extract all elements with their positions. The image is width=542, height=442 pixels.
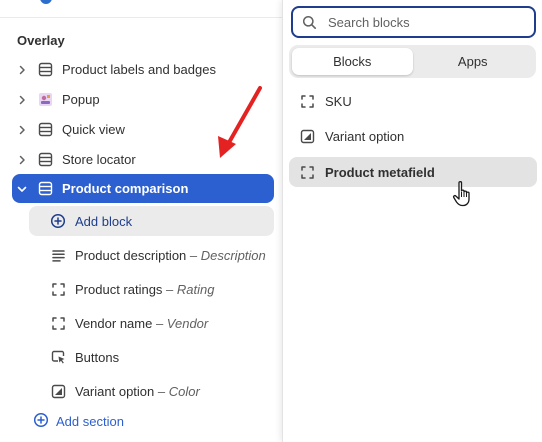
- block-item-label: Buttons: [75, 349, 120, 365]
- dashed-square-icon: [49, 280, 67, 298]
- theme-sidebar: Overlay Product labels and badges Popup …: [0, 0, 282, 442]
- block-item-vendor-name[interactable]: Vendor name – Vendor: [29, 308, 274, 338]
- picker-item-variant-option[interactable]: Variant option: [289, 121, 537, 151]
- block-item-setting: – Color: [154, 383, 200, 399]
- sidebar-item-label: Product labels and badges: [62, 62, 216, 77]
- popup-image-icon: [36, 91, 54, 109]
- dashed-square-icon: [298, 92, 316, 110]
- block-item-setting: – Description: [186, 247, 266, 263]
- section-group-title: Overlay: [17, 33, 65, 48]
- add-section-label: Add section: [56, 414, 124, 429]
- chevron-right-icon[interactable]: [12, 155, 32, 165]
- sidebar-item-label: Store locator: [62, 152, 136, 167]
- section-icon: [36, 180, 54, 198]
- sidebar-item-label: Quick view: [62, 122, 125, 137]
- variant-icon: [298, 127, 316, 145]
- add-section-button[interactable]: Add section: [33, 412, 124, 431]
- picker-item-label: Variant option: [325, 128, 405, 144]
- search-icon: [302, 14, 318, 30]
- search-input[interactable]: [328, 14, 518, 30]
- chevron-right-icon[interactable]: [12, 95, 32, 105]
- dashed-square-icon: [298, 163, 316, 181]
- picker-item-label: Product metafield: [325, 164, 435, 180]
- block-item-setting: – Vendor: [152, 315, 209, 331]
- add-block-button[interactable]: Add block: [29, 206, 274, 236]
- block-item-setting: – Rating: [162, 281, 215, 297]
- sidebar-item-product-labels[interactable]: Product labels and badges: [12, 55, 274, 84]
- picker-item-label: SKU: [325, 93, 352, 109]
- block-item-buttons[interactable]: Buttons: [29, 342, 274, 372]
- sidebar-item-product-comparison[interactable]: Product comparison: [12, 174, 274, 203]
- block-picker-popover: Blocks Apps SKU Variant option Product m…: [282, 0, 542, 442]
- block-item-label: Variant option – Color: [75, 383, 200, 399]
- block-item-label: Vendor name – Vendor: [75, 315, 209, 331]
- add-block-label: Add block: [75, 213, 133, 229]
- variant-icon: [49, 382, 67, 400]
- picker-tabs: Blocks Apps: [289, 45, 536, 78]
- block-item-product-ratings[interactable]: Product ratings – Rating: [29, 274, 274, 304]
- block-item-product-description[interactable]: Product description – Description: [29, 240, 274, 270]
- sidebar-top-edge: [0, 0, 282, 18]
- plus-circle-icon: [49, 212, 67, 230]
- sidebar-item-label: Popup: [62, 92, 100, 107]
- section-icon: [36, 121, 54, 139]
- tab-apps[interactable]: Apps: [413, 48, 534, 75]
- block-item-label: Product ratings – Rating: [75, 281, 215, 297]
- block-item-variant-option[interactable]: Variant option – Color: [29, 376, 274, 406]
- button-cursor-icon: [49, 348, 67, 366]
- section-icon: [36, 61, 54, 79]
- red-arrow-annotation: [218, 86, 262, 158]
- search-field[interactable]: [291, 6, 536, 38]
- text-lines-icon: [49, 246, 67, 264]
- block-item-label: Product description – Description: [75, 247, 266, 263]
- top-indicator: [40, 0, 52, 4]
- chevron-right-icon[interactable]: [12, 65, 32, 75]
- picker-item-sku[interactable]: SKU: [289, 86, 537, 116]
- plus-circle-icon: [33, 412, 49, 431]
- sidebar-item-label: Product comparison: [62, 181, 189, 196]
- dashed-square-icon: [49, 314, 67, 332]
- section-icon: [36, 151, 54, 169]
- tab-blocks[interactable]: Blocks: [292, 48, 413, 75]
- chevron-right-icon[interactable]: [12, 125, 32, 135]
- picker-item-product-metafield[interactable]: Product metafield: [289, 157, 537, 187]
- chevron-down-icon[interactable]: [12, 184, 32, 194]
- hand-cursor-icon: [452, 181, 470, 207]
